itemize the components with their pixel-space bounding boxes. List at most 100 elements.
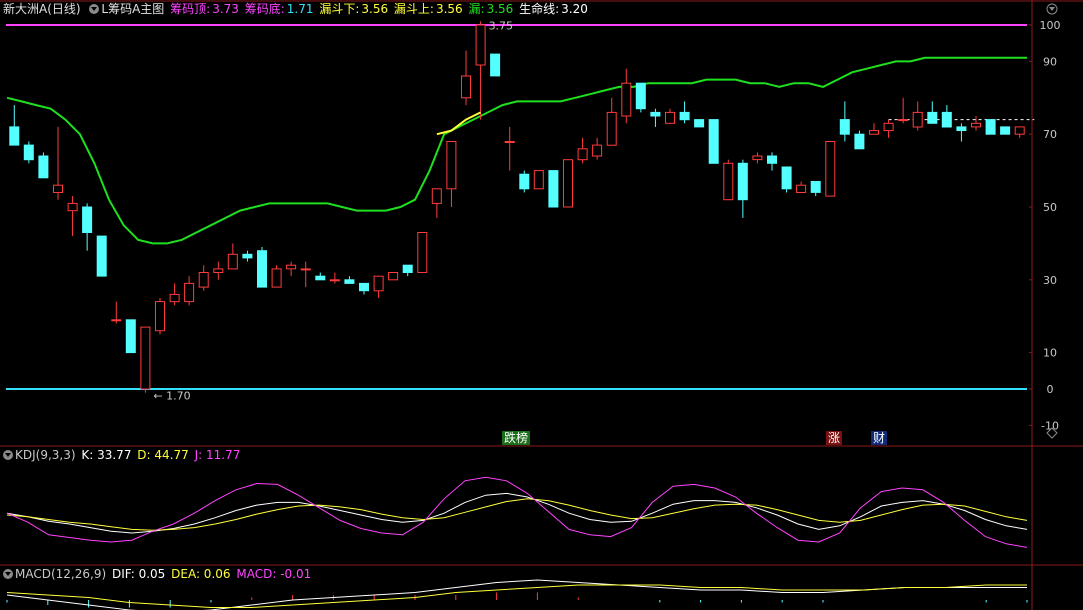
macd-dea: DEA: 0.06 xyxy=(171,567,231,581)
candle-body xyxy=(155,301,165,332)
candle-body xyxy=(825,141,836,197)
candle-body xyxy=(708,119,719,164)
candle-body xyxy=(213,268,224,273)
y-tick-label: 0 xyxy=(1047,383,1054,396)
candle-body xyxy=(898,119,909,122)
stock-name[interactable]: 新大洲A(日线) xyxy=(3,2,81,16)
kdj-d: D: 44.77 xyxy=(137,448,189,462)
candle-body xyxy=(548,170,559,208)
funnel-high-value: 3.56 xyxy=(435,2,463,16)
y-axis: 10090705030100-10 xyxy=(1029,19,1061,432)
candle-body xyxy=(417,232,428,273)
candle-body xyxy=(257,250,267,288)
y-tick-label: 100 xyxy=(1040,19,1061,32)
macd-dea-line xyxy=(6,584,1027,608)
life-line xyxy=(6,56,1027,245)
main-chart: 3.75 ← 1.70 xyxy=(6,19,1035,403)
macd-menu-icon[interactable] xyxy=(3,568,13,579)
candle-body xyxy=(621,82,632,117)
kdj-k: K: 33.77 xyxy=(81,448,132,462)
indicator-name[interactable]: L筹码A主图 xyxy=(101,2,164,16)
candle-body xyxy=(927,111,938,124)
candle-body xyxy=(752,155,763,161)
y-tick-label: 70 xyxy=(1043,128,1057,141)
candle-body xyxy=(679,111,690,121)
kdj-chart xyxy=(6,476,1028,548)
candle-body xyxy=(125,319,136,354)
top-value: 3.73 xyxy=(212,2,239,16)
kdj-menu-icon[interactable] xyxy=(3,449,13,460)
candle-body xyxy=(344,279,355,284)
kdj-name[interactable]: KDJ(9,3,3) xyxy=(15,448,76,462)
candle-body xyxy=(854,133,865,150)
candle-body xyxy=(912,111,923,128)
candle-body xyxy=(461,75,471,99)
kdj-d-line xyxy=(6,498,1028,531)
macd-header: MACD(12,26,9) DIF: 0.05 DEA: 0.06 MACD: … xyxy=(0,565,313,583)
bottom-value: 1.71 xyxy=(286,2,314,16)
candle-body xyxy=(635,82,646,110)
funnel-label: 漏: xyxy=(468,2,485,16)
candle-body xyxy=(1014,126,1025,135)
candle-body xyxy=(869,130,879,135)
candle-body xyxy=(96,235,107,277)
funnel-low-value: 3.56 xyxy=(361,2,389,16)
candle-body xyxy=(373,275,384,292)
macd-value: MACD: -0.01 xyxy=(236,567,312,581)
candle-body xyxy=(519,173,530,190)
candle-body xyxy=(53,184,63,193)
life-value: 3.20 xyxy=(561,2,588,16)
candle-body xyxy=(592,144,603,157)
candle-body xyxy=(402,264,413,274)
candle-body xyxy=(388,272,399,281)
candle-body xyxy=(723,162,734,201)
collapse-icon[interactable] xyxy=(1046,3,1058,15)
candle-body xyxy=(563,159,573,208)
candle-body xyxy=(446,141,457,190)
candle-body xyxy=(796,184,807,193)
candle-body xyxy=(694,119,705,128)
candle-body xyxy=(9,126,20,146)
candle-body xyxy=(359,282,369,292)
candle-body xyxy=(606,111,617,146)
candle-body xyxy=(198,272,209,288)
funnel-high-label: 漏斗上: xyxy=(393,2,434,16)
candle-body xyxy=(286,264,297,270)
indicator-menu-icon[interactable] xyxy=(89,3,100,14)
candle-body xyxy=(490,53,501,77)
candle-body xyxy=(300,268,311,271)
funnel-segment xyxy=(436,111,482,136)
candle-body xyxy=(665,111,675,124)
candle-body xyxy=(1000,126,1011,135)
candle-body xyxy=(111,319,122,322)
funnel-low-label: 漏斗下: xyxy=(319,2,360,16)
candle-body xyxy=(781,166,792,190)
candle-body xyxy=(533,170,544,190)
bottom-label: 筹码底: xyxy=(244,2,285,16)
candle-body xyxy=(971,122,981,128)
main-header: 新大洲A(日线) L筹码A主图 筹码顶: 3.73 筹码底: 1.71 漏斗下: 3.… xyxy=(0,0,590,18)
kdj-j: J: 11.77 xyxy=(194,448,241,462)
candle-body xyxy=(475,24,486,66)
candle-body xyxy=(810,181,821,193)
candle-body xyxy=(227,253,238,270)
top-label: 筹码顶: xyxy=(170,2,211,16)
macd-name[interactable]: MACD(12,26,9) xyxy=(15,567,106,581)
drop-list-tag[interactable]: 跌榜 xyxy=(502,431,531,445)
candle-body xyxy=(67,202,78,212)
finance-tag[interactable]: 财 xyxy=(871,431,888,445)
macd-chart xyxy=(6,579,1028,610)
candle-body xyxy=(985,119,996,135)
candle-body xyxy=(140,326,151,390)
candle-body xyxy=(169,293,180,303)
funnel-value: 3.56 xyxy=(486,2,514,16)
candle-body xyxy=(82,206,93,233)
candle-body xyxy=(650,111,661,117)
candle-body xyxy=(941,111,952,128)
low-price-label: ← 1.70 xyxy=(153,390,190,403)
kdj-j-line xyxy=(6,476,1028,548)
y-tick-label: 30 xyxy=(1043,274,1057,287)
rise-tag[interactable]: 涨 xyxy=(826,431,843,445)
chart-canvas[interactable]: 3.75← 1.70 10090705030100-10 xyxy=(0,0,1083,610)
candle-body xyxy=(767,155,777,164)
